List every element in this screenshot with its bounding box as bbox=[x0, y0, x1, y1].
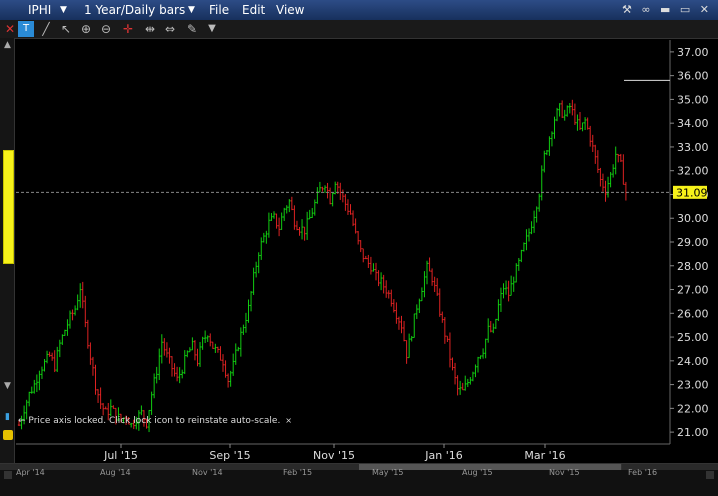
y-tick-label: 32.00 bbox=[677, 165, 709, 178]
navigator-label: May '15 bbox=[372, 468, 403, 477]
crosshair-icon[interactable]: ✛ bbox=[120, 21, 136, 37]
y-tick-label: 22.00 bbox=[677, 402, 709, 415]
x-tick-label: Sep '15 bbox=[209, 449, 250, 462]
price-range-slider[interactable] bbox=[3, 150, 14, 264]
x-tick-label: Nov '15 bbox=[313, 449, 355, 462]
menu-view[interactable]: View bbox=[276, 3, 304, 17]
price-axis-locked-note: ← Price axis locked. Click lock icon to … bbox=[18, 416, 292, 426]
y-tick-label: 34.00 bbox=[677, 117, 709, 130]
y-tick-label: 31.00 bbox=[677, 188, 709, 201]
zoom-out-icon[interactable]: ⊖ bbox=[98, 21, 114, 37]
y-tick-label: 30.00 bbox=[677, 212, 709, 225]
compress-icon[interactable]: ⇔ bbox=[162, 21, 178, 37]
window-controls[interactable]: ⚒ ∞ ▬ ▭ ✕ bbox=[622, 3, 712, 16]
y-tick-label: 23.00 bbox=[677, 379, 709, 392]
draw-line-icon[interactable]: ╱ bbox=[38, 21, 54, 37]
menu-edit[interactable]: Edit bbox=[242, 3, 265, 17]
close-icon[interactable]: ✕ bbox=[2, 21, 18, 37]
y-tick-label: 25.00 bbox=[677, 331, 709, 344]
scroll-up-icon[interactable]: ▲ bbox=[2, 40, 13, 51]
left-side-panel: ▲ ▼ ▮ bbox=[0, 38, 15, 463]
last-price-label: 31.09 bbox=[676, 186, 708, 199]
split-icon[interactable]: ⇹ bbox=[142, 21, 158, 37]
lock-icon[interactable] bbox=[3, 430, 13, 440]
y-tick-label: 29.00 bbox=[677, 236, 709, 249]
y-tick-label: 26.00 bbox=[677, 307, 709, 320]
zoom-in-icon[interactable]: ⊕ bbox=[78, 21, 94, 37]
navigator-label: Aug '14 bbox=[100, 468, 131, 477]
navigator-label: Feb '15 bbox=[283, 468, 312, 477]
navigator-scroll-right bbox=[706, 471, 714, 479]
navigator-label: Aug '15 bbox=[462, 468, 493, 477]
x-tick-label: Jan '16 bbox=[424, 449, 462, 462]
y-tick-label: 24.00 bbox=[677, 355, 709, 368]
menu-file[interactable]: File bbox=[209, 3, 229, 17]
last-price-box bbox=[673, 185, 707, 199]
y-tick-label: 28.00 bbox=[677, 260, 709, 273]
y-tick-label: 35.00 bbox=[677, 93, 709, 106]
close-note-icon[interactable]: × bbox=[285, 416, 292, 425]
window-title-bar: IPHI ▼ 1 Year/Daily bars ▼ File Edit Vie… bbox=[0, 0, 718, 20]
y-tick-label: 27.00 bbox=[677, 284, 709, 297]
chart-toolbar: ✕ T ╱ ↖ ⊕ ⊖ ✛ ⇹ ⇔ ✎ ▼ bbox=[0, 20, 718, 39]
y-tick-label: 33.00 bbox=[677, 141, 709, 154]
note-arrow-icon: ← bbox=[18, 416, 26, 426]
text-tool-icon[interactable]: T bbox=[18, 21, 34, 37]
x-tick-label: Jul '15 bbox=[103, 449, 138, 462]
x-tick-label: Mar '16 bbox=[524, 449, 565, 462]
pointer-icon[interactable]: ↖ bbox=[58, 21, 74, 37]
scroll-down-icon[interactable]: ▼ bbox=[2, 381, 13, 392]
y-tick-label: 36.00 bbox=[677, 70, 709, 83]
navigator-label: Nov '15 bbox=[549, 468, 580, 477]
navigator-label: Nov '14 bbox=[192, 468, 223, 477]
navigator-panel[interactable]: Apr '14 Aug '14 Nov '14 Feb '15 May '15 Aug '… bbox=[0, 463, 718, 496]
symbol-label[interactable]: IPHI bbox=[28, 3, 51, 17]
period-selector[interactable]: 1 Year/Daily bars bbox=[84, 3, 185, 17]
period-dropdown-icon[interactable]: ▼ bbox=[188, 5, 195, 15]
settings-icon[interactable]: ✎ bbox=[184, 21, 200, 37]
y-tick-label: 21.00 bbox=[677, 426, 709, 439]
navigator-label: Feb '16 bbox=[628, 468, 657, 477]
navigator-label: Apr '14 bbox=[16, 468, 45, 477]
navigator-scroll-left bbox=[4, 471, 12, 479]
volume-icon[interactable]: ▮ bbox=[2, 412, 13, 423]
more-dropdown-icon[interactable]: ▼ bbox=[204, 21, 220, 37]
y-tick-label: 37.00 bbox=[677, 46, 709, 59]
note-text: Price axis locked. Click lock icon to re… bbox=[28, 416, 281, 426]
symbol-dropdown-icon[interactable]: ▼ bbox=[60, 5, 67, 15]
